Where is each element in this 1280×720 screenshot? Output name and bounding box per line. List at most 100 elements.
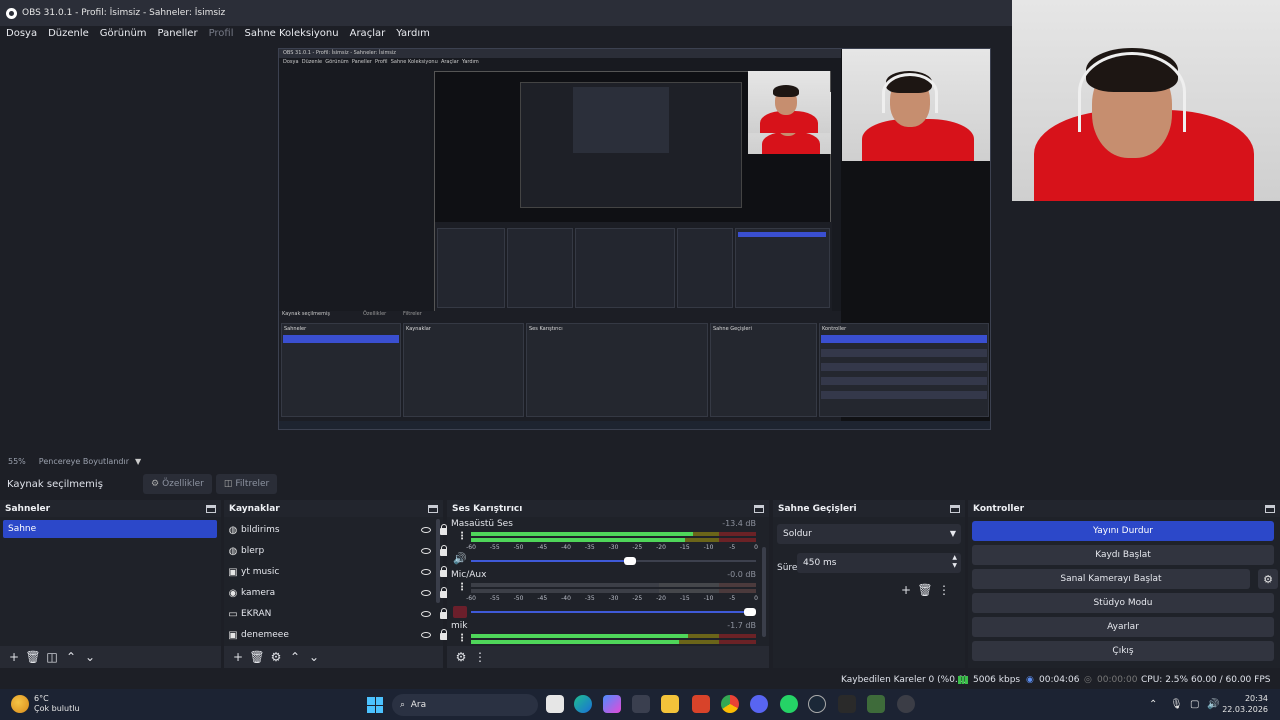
scene-item-sahne[interactable]: Sahne bbox=[3, 520, 217, 538]
visibility-eye-icon[interactable] bbox=[421, 527, 431, 533]
network-icon[interactable]: ▢ bbox=[1190, 699, 1199, 710]
properties-button[interactable]: ⚙ Özellikler bbox=[143, 474, 212, 494]
game-app-icon[interactable] bbox=[867, 695, 885, 713]
mixer-title: Ses Karıştırıcı bbox=[452, 503, 523, 514]
menu-gorunum[interactable]: Görünüm bbox=[100, 28, 147, 39]
source-row[interactable]: ▣ denemeee bbox=[227, 625, 448, 645]
source-settings-gear-icon[interactable]: ⚙ bbox=[267, 648, 285, 666]
menu-duzenle[interactable]: Düzenle bbox=[48, 28, 89, 39]
visibility-eye-icon[interactable] bbox=[421, 611, 431, 617]
speaker-icon[interactable]: 🔊 bbox=[453, 552, 467, 565]
brave-icon[interactable] bbox=[692, 695, 710, 713]
sources-scrollbar[interactable] bbox=[436, 519, 440, 603]
weather-icon[interactable] bbox=[11, 695, 29, 713]
move-up-icon[interactable]: ⌃ bbox=[62, 648, 80, 666]
duration-input[interactable]: 450 ms ▲ ▼ bbox=[797, 553, 961, 573]
zoom-mode[interactable]: Pencereye Boyutlandır bbox=[39, 457, 129, 466]
add-scene-icon[interactable]: + bbox=[5, 648, 23, 666]
undock-icon[interactable] bbox=[950, 504, 960, 513]
sources-dock: Kaynaklar ◍ bildirims ◍ blerp ▣ yt music bbox=[224, 500, 448, 668]
menu-dosya[interactable]: Dosya bbox=[6, 28, 37, 39]
meter-scale: -60-55-50-45-40-35-30-25-20-15-10-50 bbox=[466, 544, 758, 554]
weather-widget[interactable]: 6°C Çok bulutlu bbox=[34, 694, 80, 714]
copilot-icon[interactable] bbox=[603, 695, 621, 713]
volume-slider-handle[interactable] bbox=[624, 557, 637, 565]
microphone-icon[interactable]: 🎙 bbox=[1170, 699, 1183, 710]
taskbar-search[interactable]: ⌕ Ara bbox=[392, 694, 538, 716]
menu-yardim[interactable]: Yardım bbox=[396, 28, 430, 39]
mixer-scrollbar[interactable] bbox=[762, 547, 766, 637]
task-view-icon[interactable] bbox=[546, 695, 564, 713]
volume-icon[interactable]: 🔊 bbox=[1207, 699, 1219, 710]
mixer-menu-kebab-icon[interactable]: ⋮ bbox=[471, 648, 489, 666]
visibility-eye-icon[interactable] bbox=[421, 590, 431, 596]
channel-menu-kebab-icon[interactable]: ⋮ bbox=[457, 531, 467, 542]
undock-icon[interactable] bbox=[428, 504, 438, 513]
menu-araclar[interactable]: Araçlar bbox=[350, 28, 386, 39]
filters-button[interactable]: ◫ Filtreler bbox=[215, 474, 278, 494]
undock-icon[interactable] bbox=[1265, 504, 1275, 513]
move-up-icon[interactable]: ⌃ bbox=[286, 648, 304, 666]
windows-start-icon[interactable] bbox=[367, 697, 383, 713]
edge-icon[interactable] bbox=[574, 695, 592, 713]
trash-icon[interactable]: 🗑 bbox=[24, 648, 42, 666]
scene-transitions-dock: Sahne Geçişleri Soldur ▼ Süre 450 ms ▲ ▼ + … bbox=[773, 500, 965, 668]
visibility-eye-icon[interactable] bbox=[421, 569, 431, 575]
trash-icon[interactable]: 🗑 bbox=[916, 581, 934, 599]
tray-chevron-icon[interactable]: ⌃ bbox=[1149, 699, 1157, 710]
zoom-caret-icon[interactable]: ▼ bbox=[135, 457, 141, 466]
source-row[interactable]: ▣ yt music bbox=[227, 562, 448, 582]
discord-icon[interactable] bbox=[750, 695, 768, 713]
chrome-icon[interactable] bbox=[721, 695, 739, 713]
muted-speaker-icon[interactable] bbox=[453, 606, 467, 618]
move-down-icon[interactable]: ⌄ bbox=[81, 648, 99, 666]
store-icon[interactable] bbox=[632, 695, 650, 713]
menu-paneller[interactable]: Paneller bbox=[158, 28, 198, 39]
volume-slider-handle[interactable] bbox=[744, 608, 756, 616]
preview-canvas[interactable]: OBS 31.0.1 - Profil: İsimsiz - Sahneler:… bbox=[278, 48, 991, 430]
steam-icon[interactable] bbox=[808, 695, 826, 713]
advanced-audio-gear-icon[interactable]: ⚙ bbox=[452, 648, 470, 666]
whatsapp-icon[interactable] bbox=[780, 695, 798, 713]
spinner-icon[interactable]: ▲ ▼ bbox=[952, 554, 957, 570]
controls-dock: Kontroller Yayını Durdur Kaydı Başlat Sa… bbox=[968, 500, 1280, 668]
visibility-eye-icon[interactable] bbox=[421, 548, 431, 554]
exit-button[interactable]: Çıkış bbox=[972, 641, 1274, 661]
visibility-eye-icon[interactable] bbox=[421, 632, 431, 638]
meter-tick-label: -50 bbox=[513, 544, 524, 551]
file-explorer-icon[interactable] bbox=[661, 695, 679, 713]
menu-sahne-koleksiyonu[interactable]: Sahne Koleksiyonu bbox=[245, 28, 339, 39]
channel-menu-kebab-icon[interactable]: ⋮ bbox=[457, 633, 467, 644]
stop-streaming-button[interactable]: Yayını Durdur bbox=[972, 521, 1274, 541]
virtual-camera-settings-gear-icon[interactable]: ⚙ bbox=[1258, 569, 1278, 589]
add-transition-icon[interactable]: + bbox=[897, 581, 915, 599]
clock[interactable]: 20:34 22.03.2026 bbox=[1222, 693, 1268, 715]
epic-games-icon[interactable] bbox=[838, 695, 856, 713]
channel-name: Mic/Aux bbox=[451, 570, 487, 580]
start-virtual-camera-button[interactable]: Sanal Kamerayı Başlat bbox=[972, 569, 1250, 589]
studio-mode-button[interactable]: Stüdyo Modu bbox=[972, 593, 1274, 613]
volume-slider[interactable] bbox=[471, 608, 756, 616]
undock-icon[interactable] bbox=[206, 504, 216, 513]
transition-select[interactable]: Soldur ▼ bbox=[777, 524, 961, 544]
volume-slider[interactable] bbox=[471, 557, 756, 565]
source-row[interactable]: ◉ kamera bbox=[227, 583, 448, 603]
source-row[interactable]: ▭ EKRAN bbox=[227, 604, 448, 624]
transition-menu-kebab-icon[interactable]: ⋮ bbox=[935, 581, 953, 599]
add-source-icon[interactable]: + bbox=[229, 648, 247, 666]
scene-filters-icon[interactable]: ◫ bbox=[43, 648, 61, 666]
window-capture-icon: ▣ bbox=[228, 566, 238, 578]
title-bar: OBS 31.0.1 - Profil: İsimsiz - Sahneler:… bbox=[0, 0, 1012, 26]
nested-deepest-preview bbox=[573, 87, 669, 153]
source-row[interactable]: ◍ blerp bbox=[227, 541, 448, 561]
channel-menu-kebab-icon[interactable]: ⋮ bbox=[457, 582, 467, 593]
obs-taskbar-icon[interactable] bbox=[897, 695, 915, 713]
move-down-icon[interactable]: ⌄ bbox=[305, 648, 323, 666]
settings-button[interactable]: Ayarlar bbox=[972, 617, 1274, 637]
menu-profil[interactable]: Profil bbox=[209, 28, 234, 39]
undock-icon[interactable] bbox=[754, 504, 764, 513]
start-recording-button[interactable]: Kaydı Başlat bbox=[972, 545, 1274, 565]
meter-tick-label: -5 bbox=[729, 544, 736, 551]
source-row[interactable]: ◍ bildirims bbox=[227, 520, 448, 540]
trash-icon[interactable]: 🗑 bbox=[248, 648, 266, 666]
